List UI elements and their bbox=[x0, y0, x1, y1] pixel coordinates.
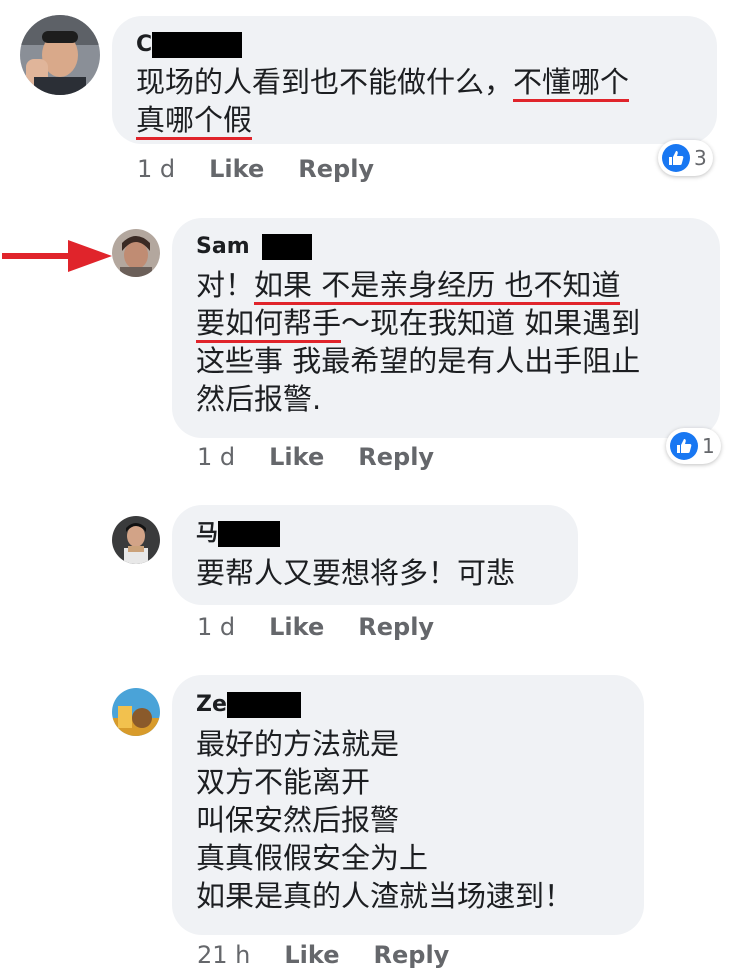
like-button[interactable]: Like bbox=[209, 155, 264, 183]
reaction-count[interactable]: 1 bbox=[666, 428, 721, 464]
text-segment: 然后报警. bbox=[196, 382, 322, 416]
comment-time[interactable]: 1 d bbox=[197, 443, 235, 471]
reply-button[interactable]: Reply bbox=[358, 443, 434, 471]
text-segment: 这些事 我最希望的是有人出手阻止 bbox=[196, 344, 641, 378]
text-segment: 真真假假安全为上 bbox=[196, 841, 429, 875]
avatar[interactable] bbox=[112, 516, 160, 564]
reaction-count[interactable]: 3 bbox=[658, 140, 713, 176]
text-segment: 现场的人看到也不能做什么， bbox=[136, 65, 514, 99]
avatar[interactable] bbox=[112, 688, 160, 736]
comment-text-line: 如果是真的人渣就当场逮到！ bbox=[196, 877, 573, 915]
like-button[interactable]: Like bbox=[284, 941, 339, 969]
like-button[interactable]: Like bbox=[269, 443, 324, 471]
text-segment: 最好的方法就是 bbox=[196, 727, 400, 761]
text-segment: 如果是真的人渣就当场逮到！ bbox=[196, 879, 574, 913]
comment-author[interactable]: C bbox=[136, 32, 152, 58]
redacted-name bbox=[226, 692, 301, 718]
comment-author[interactable]: 马 bbox=[196, 521, 218, 547]
comment-text-line: 双方不能离开 bbox=[196, 763, 573, 801]
text-segment: ～现在我知道 如果遇到 bbox=[341, 306, 641, 340]
underlined-text: 要如何帮手 bbox=[196, 306, 342, 343]
like-thumb-icon bbox=[670, 432, 698, 460]
redacted-name bbox=[261, 234, 312, 260]
comment-author[interactable]: Ze bbox=[196, 692, 227, 718]
comment-text: 要帮人又要想将多！可悲 bbox=[196, 554, 515, 592]
comment-text-line: 这些事 我最希望的是有人出手阻止 bbox=[196, 342, 640, 380]
comment-text-line: 真真假假安全为上 bbox=[196, 839, 573, 877]
underlined-text: 如果 不是亲身经历 也不知道 bbox=[254, 268, 621, 305]
text-segment: 对！ bbox=[196, 268, 255, 302]
comment-text-line: 然后报警. bbox=[196, 380, 640, 418]
reaction-count-value: 3 bbox=[694, 146, 707, 170]
reaction-count-value: 1 bbox=[702, 434, 715, 458]
comment-actions: 21 h Like Reply bbox=[197, 940, 483, 970]
comment-time[interactable]: 1 d bbox=[197, 613, 235, 641]
text-segment: 要帮人又要想将多！可悲 bbox=[196, 556, 516, 590]
comment-actions: 1 d Like Reply bbox=[197, 612, 468, 642]
comment-text-line: 要如何帮手～现在我知道 如果遇到 bbox=[196, 304, 641, 343]
comment-text-line: 叫保安然后报警 bbox=[196, 801, 573, 839]
reply-button[interactable]: Reply bbox=[358, 613, 434, 641]
like-thumb-icon bbox=[662, 144, 690, 172]
text-segment: 双方不能离开 bbox=[196, 765, 371, 799]
comment-text: 最好的方法就是 双方不能离开 叫保安然后报警 真真假假安全为上如果是真的人渣就当场逮到… bbox=[196, 725, 573, 915]
avatar[interactable] bbox=[112, 229, 160, 277]
comment-time[interactable]: 1 d bbox=[137, 155, 175, 183]
comment-text-line: 真哪个假 bbox=[136, 101, 629, 140]
comment-text: 现场的人看到也不能做什么，不懂哪个 真哪个假 bbox=[136, 63, 630, 140]
reply-button[interactable]: Reply bbox=[374, 941, 450, 969]
red-arrow-icon bbox=[2, 240, 112, 272]
comment-text: 对！如果 不是亲身经历 也不知道 要如何帮手～现在我知道 如果遇到 这些事 我最希望… bbox=[196, 266, 640, 418]
comment-author[interactable]: Sam bbox=[196, 234, 250, 260]
comment-text-line: 现场的人看到也不能做什么，不懂哪个 bbox=[136, 63, 630, 102]
comment-time[interactable]: 21 h bbox=[197, 941, 250, 969]
reply-button[interactable]: Reply bbox=[298, 155, 374, 183]
underlined-text: 真哪个假 bbox=[136, 103, 253, 140]
underlined-text: 不懂哪个 bbox=[513, 65, 630, 102]
comment-actions: 1 d Like Reply bbox=[197, 442, 468, 472]
comment-text-line: 最好的方法就是 bbox=[196, 725, 573, 763]
comment-text-line: 要帮人又要想将多！可悲 bbox=[196, 554, 515, 592]
text-segment: 叫保安然后报警 bbox=[196, 803, 400, 837]
avatar[interactable] bbox=[20, 15, 100, 95]
redacted-name bbox=[152, 32, 243, 58]
redacted-name bbox=[218, 521, 281, 547]
like-button[interactable]: Like bbox=[269, 613, 324, 641]
comment-text-line: 对！如果 不是亲身经历 也不知道 bbox=[196, 266, 640, 305]
comment-actions: 1 d Like Reply bbox=[137, 154, 408, 184]
